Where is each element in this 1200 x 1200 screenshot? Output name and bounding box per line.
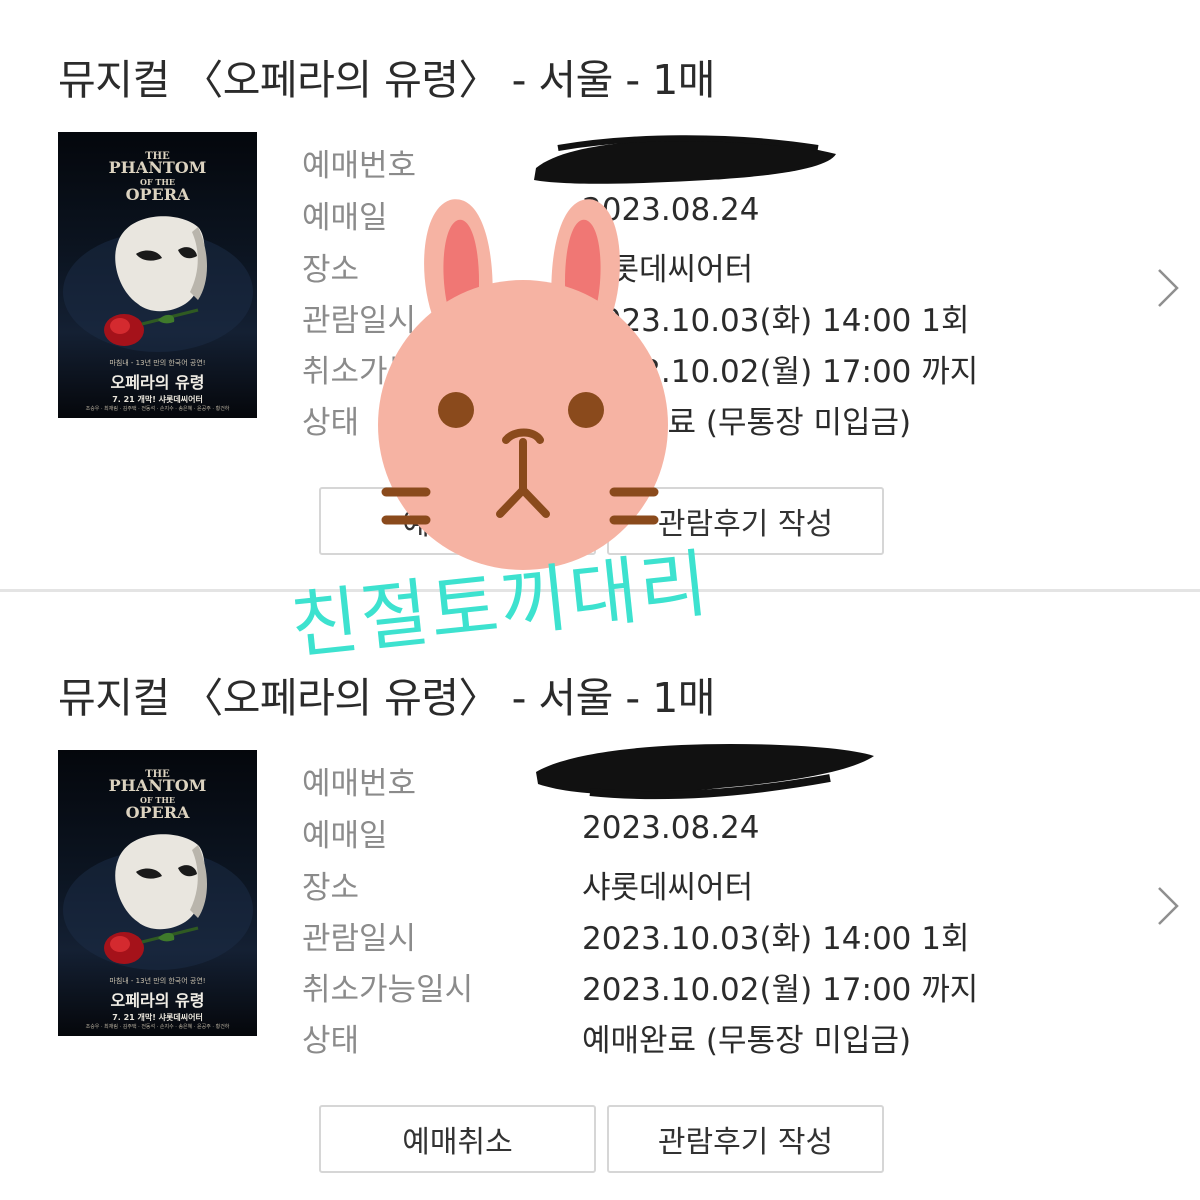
write-review-button[interactable]: 관람후기 작성 <box>607 1105 884 1173</box>
field-venue: 장소 샤롯데씨어터 <box>302 862 1062 906</box>
booking-title: 뮤지컬 〈오페라의 유령〉 - 서울 - 1매 <box>58 56 716 104</box>
poster-cast: 조승우 · 최재림 · 김주택 · 전동석 · 손지수 · 송은혜 · 윤공주 … <box>85 1024 230 1030</box>
booking-number-redaction <box>536 744 874 800</box>
poster-tagline: 마침내 - 13년 만의 한국어 공연! <box>109 977 206 985</box>
field-label: 관람일시 <box>302 921 417 957</box>
field-value: 예매완료 (무통장 미입금) <box>582 1023 912 1059</box>
booking-title: 뮤지컬 〈오페라의 유령〉 - 서울 - 1매 <box>58 674 716 722</box>
rabbit-sticker <box>378 199 668 570</box>
field-cancel-deadline: 취소가능일시 2023.10.02(월) 17:00 까지 <box>302 964 1062 1008</box>
field-show-datetime: 관람일시 2023.10.03(화) 14:00 1회 <box>302 913 1062 957</box>
show-poster: THE PHANTOM OF THE OPERA 마침내 - 13년 만의 한국… <box>58 750 257 1036</box>
chevron-right-icon[interactable] <box>1153 266 1183 310</box>
field-value: 2023.08.24 <box>582 810 760 846</box>
show-poster: THE PHANTOM OF THE OPERA 마침내 - 13년 만의 한국… <box>58 132 257 418</box>
poster-opera: OPERA <box>125 185 190 204</box>
poster-opera: OPERA <box>125 803 190 822</box>
field-label: 상태 <box>302 405 360 441</box>
poster-date-venue: 7. 21 개막! 샤롯데씨어터 <box>112 395 203 404</box>
poster-korean-title: 오페라의 유령 <box>110 373 205 392</box>
poster-phantom: PHANTOM <box>108 158 207 177</box>
field-label: 예매일 <box>302 200 388 236</box>
field-label: 예매번호 <box>302 766 417 802</box>
field-label: 장소 <box>302 252 360 288</box>
field-label: 장소 <box>302 870 360 906</box>
chevron-right-icon[interactable] <box>1153 884 1183 928</box>
poster-korean-title: 오페라의 유령 <box>110 991 205 1010</box>
poster-phantom: PHANTOM <box>108 776 207 795</box>
poster-cast: 조승우 · 최재림 · 김주택 · 전동석 · 손지수 · 송은혜 · 윤공주 … <box>85 406 230 412</box>
field-value: 샤롯데씨어터 <box>582 870 754 906</box>
cancel-booking-button[interactable]: 예매취소 <box>319 1105 596 1173</box>
field-status: 상태 예매완료 (무통장 미입금) <box>302 1015 1062 1059</box>
booking-card[interactable]: 뮤지컬 〈오페라의 유령〉 - 서울 - 1매 THE PHANTOM OF T… <box>0 592 1200 1200</box>
field-label: 취소가능일시 <box>302 972 474 1008</box>
field-label: 상태 <box>302 1023 360 1059</box>
poster-date-venue: 7. 21 개막! 샤롯데씨어터 <box>112 1013 203 1022</box>
field-booking-date: 예매일 2023.08.24 <box>302 810 1062 854</box>
field-label: 예매번호 <box>302 148 417 184</box>
booking-number-redaction <box>534 135 836 184</box>
field-value: 2023.10.03(화) 14:00 1회 <box>582 921 970 957</box>
field-label: 예매일 <box>302 818 388 854</box>
poster-tagline: 마침내 - 13년 만의 한국어 공연! <box>109 359 206 367</box>
field-value: 2023.10.02(월) 17:00 까지 <box>582 972 979 1008</box>
